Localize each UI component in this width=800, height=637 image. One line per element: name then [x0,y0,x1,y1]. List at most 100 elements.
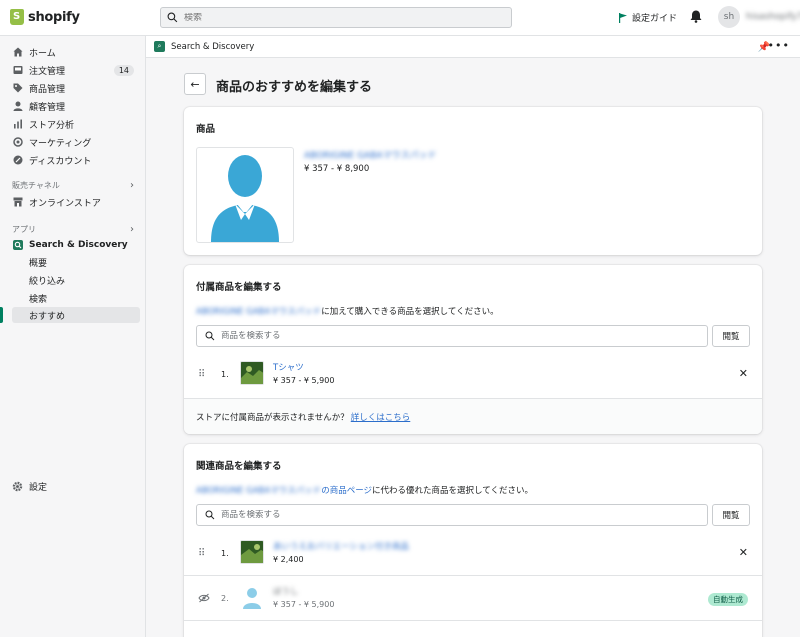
sidebar-item-label: 顧客管理 [29,102,66,113]
gear-icon [12,481,23,492]
marketing-icon [12,137,23,148]
complementary-card-title: 付属商品を編集する [196,282,282,293]
item-name-link[interactable]: ぼうし [273,585,299,597]
sidebar-item-settings[interactable]: 設定 [12,478,138,494]
sales-channels-header[interactable]: 販売チャネル › [12,180,134,191]
blurred-product-name: ABORIGINE GABAマウスパッド [196,307,322,317]
arrow-left-icon: ← [190,77,200,91]
app-bar: ⌕ Search & Discovery 📌 ••• [146,36,800,58]
person-placeholder-icon [211,155,279,242]
store-name: hisashopify7 [746,12,800,22]
sidebar-item-discounts[interactable]: ディスカウント [12,152,138,168]
search-icon [205,331,215,341]
shopify-logo[interactable]: shopify [10,9,80,25]
complementary-search-field[interactable] [196,325,708,347]
person-icon [12,101,23,112]
store-icon [12,197,23,208]
item-thumbnail [240,361,264,385]
page-title: 商品のおすすめを編集する [216,80,373,95]
complementary-products-card: 付属商品を編集する ABORIGINE GABAマウスパッドに加えて購入できる商… [184,265,762,434]
top-bar: shopify 設定ガイド sh hisashopify7 [0,0,800,36]
close-icon[interactable]: ✕ [739,546,748,559]
sidebar-item-analytics[interactable]: ストア分析 [12,116,138,132]
description-text: に加えて購入できる商品を選択してください。 [321,307,499,317]
item-name-link[interactable]: あいうえおバリエーション付き商品 [273,540,409,552]
analytics-icon [12,119,23,130]
home-icon [12,47,23,58]
item-name-link[interactable]: Tシャツ [273,361,304,373]
tag-icon [12,83,23,94]
sidebar-item-label: ディスカウント [29,156,92,167]
orders-icon [12,65,23,76]
setup-guide-label: 設定ガイド [632,14,678,24]
sidebar-subitem-label: 概要 [29,258,48,269]
related-search-input[interactable] [221,510,681,520]
related-browse-button[interactable]: 閲覧 [712,504,750,526]
product-card: 商品 ABORIGINE GABAマウスパッド ¥ 357 - ¥ 8,900 [184,107,762,255]
apps-header[interactable]: アプリ › [12,224,134,235]
more-options-icon[interactable]: ••• [768,39,790,52]
shopify-bag-icon [10,9,24,25]
flag-icon [619,12,627,23]
item-index: 1. [221,549,229,558]
sidebar-item-home[interactable]: ホーム [12,44,138,60]
sidebar-item-search-discovery[interactable]: Search & Discovery [12,237,138,253]
account-menu[interactable]: sh hisashopify7 [718,6,800,28]
sidebar-item-online-store[interactable]: オンラインストア [12,194,138,210]
learn-more-link[interactable]: 詳しくはこちら [351,411,411,423]
item-thumbnail [240,585,264,609]
sidebar-item-customers[interactable]: 顧客管理 [12,98,138,114]
search-discovery-app-icon: ⌕ [154,41,165,52]
item-price: ¥ 357 - ¥ 5,900 [273,600,335,609]
complementary-description: ABORIGINE GABAマウスパッドに加えて購入できる商品を選択してください… [196,305,499,317]
search-icon [167,12,178,23]
sidebar-item-label: ストア分析 [29,120,75,131]
search-discovery-app-icon [12,240,23,251]
sidebar-subitem-label: 検索 [29,294,48,305]
related-card-title: 関連商品を編集する [196,461,282,472]
sidebar-item-orders[interactable]: 注文管理 14 [12,62,138,78]
complementary-search-input[interactable] [221,331,681,341]
product-page-link[interactable]: の商品ページ [321,486,372,496]
sidebar-subitem-filters[interactable]: 絞り込み [12,272,140,288]
product-price: ¥ 357 - ¥ 8,900 [304,164,370,174]
sidebar-subitem-recommendations[interactable]: おすすめ [12,307,140,323]
search-icon [205,510,215,520]
sidebar-item-label: マーケティング [29,138,92,149]
complementary-browse-button[interactable]: 閲覧 [712,325,750,347]
sidebar-item-label: Search & Discovery [29,240,128,250]
sidebar-item-label: 注文管理 [29,66,66,77]
sidebar-subitem-overview[interactable]: 概要 [12,254,140,270]
eye-off-icon[interactable] [198,593,210,606]
global-search-input[interactable] [184,12,484,23]
notifications-button[interactable] [690,10,702,26]
apps-label: アプリ [12,225,36,234]
global-search[interactable] [160,7,512,28]
close-icon[interactable]: ✕ [739,367,748,380]
footer-text: ストアに付属商品が表示されませんか？ [196,412,349,423]
drag-handle-icon[interactable]: ⠿ [198,369,205,380]
product-card-title: 商品 [196,124,216,135]
blurred-product-name: ABORIGINE GABAマウスパッド [196,486,322,496]
sidebar-item-label: 商品管理 [29,84,66,95]
related-item-row: ⠿ 1. あいうえおバリエーション付き商品 ¥ 2,400 ✕ [184,532,762,576]
item-index: 2. [221,594,229,603]
sidebar-item-marketing[interactable]: マーケティング [12,134,138,150]
back-button[interactable]: ← [184,73,206,95]
avatar: sh [718,6,740,28]
sidebar-item-products[interactable]: 商品管理 [12,80,138,96]
item-thumbnail [240,540,264,564]
related-search-field[interactable] [196,504,708,526]
bell-icon [690,10,702,23]
sidebar-subitem-search[interactable]: 検索 [12,290,140,306]
active-indicator [0,307,3,323]
complementary-item-row: ⠿ 1. Tシャツ ¥ 357 - ¥ 5,900 ✕ [184,353,762,397]
sidebar-subitem-label: おすすめ [29,311,66,322]
orders-count-badge: 14 [113,64,134,76]
setup-guide-button[interactable]: 設定ガイド [618,11,677,24]
item-index: 1. [221,370,229,379]
logo-text: shopify [28,9,80,25]
related-item-row: 2. ぼうし ¥ 357 - ¥ 5,900 自動生成 [184,577,762,621]
drag-handle-icon[interactable]: ⠿ [198,548,205,559]
product-name[interactable]: ABORIGINE GABAマウスパッド [304,148,437,161]
